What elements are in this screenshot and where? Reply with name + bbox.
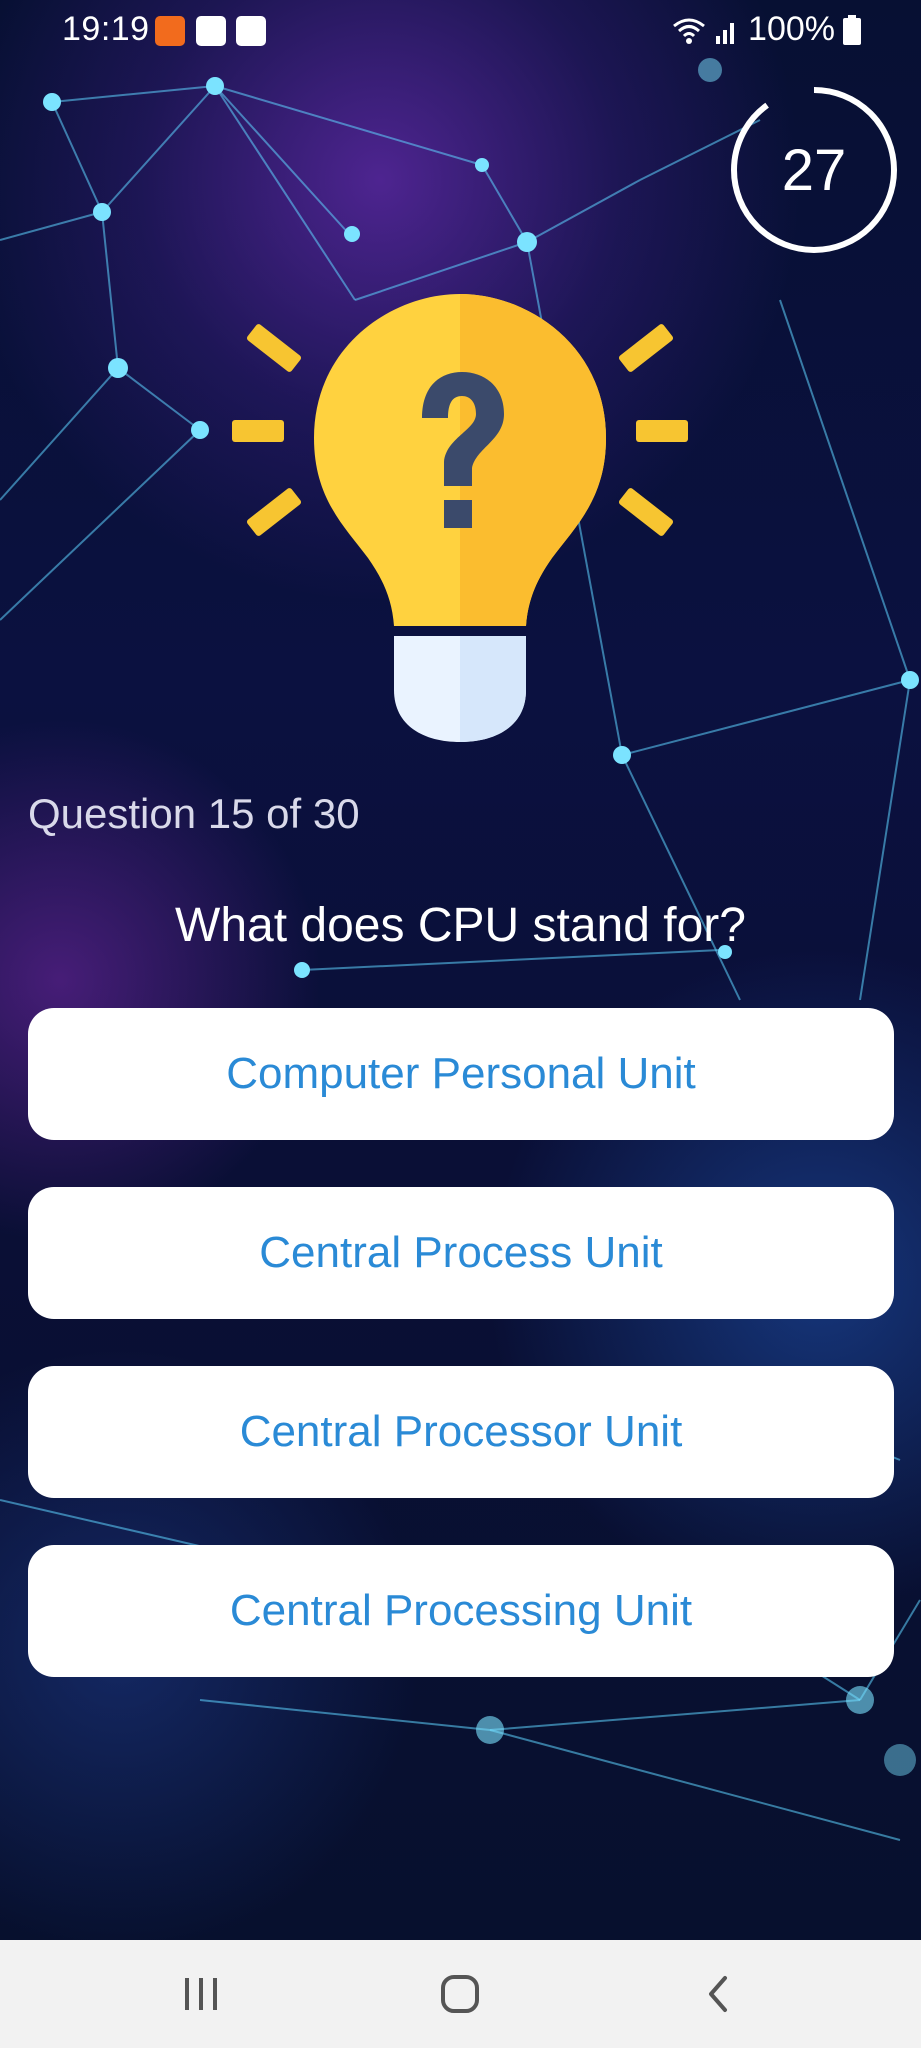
question-counter: Question 15 of 30 [28,790,360,837]
timer-seconds: 27 [781,137,847,203]
status-right-group: 100% [672,10,861,49]
signal-icon [716,22,735,44]
image-icon [196,16,226,46]
back-button[interactable] [648,1940,788,2048]
answer-button-4[interactable]: Central Processing Unit [28,1545,894,1677]
home-icon [441,1975,479,2013]
status-time: 19:19 [62,10,150,48]
back-icon [709,1976,727,2012]
status-bar: 19:19 100% [0,0,921,64]
recent-apps-icon [185,1978,217,2010]
recent-apps-button[interactable] [131,1940,271,2048]
home-button[interactable] [390,1940,530,2048]
app-notification-icon [155,16,185,46]
media-icon [236,16,266,46]
answer-button-1[interactable]: Computer Personal Unit [28,1008,894,1140]
lightbulb-question-icon [232,294,688,742]
battery-icon [843,14,861,45]
answer-button-2[interactable]: Central Process Unit [28,1187,894,1319]
countdown-timer: 27 [728,84,900,256]
battery-percent: 100% [748,10,835,48]
question-text: What does CPU stand for? [175,899,746,952]
navigation-bar [0,1940,921,2048]
answer-button-3[interactable]: Central Processor Unit [28,1366,894,1498]
wifi-icon [673,18,705,44]
